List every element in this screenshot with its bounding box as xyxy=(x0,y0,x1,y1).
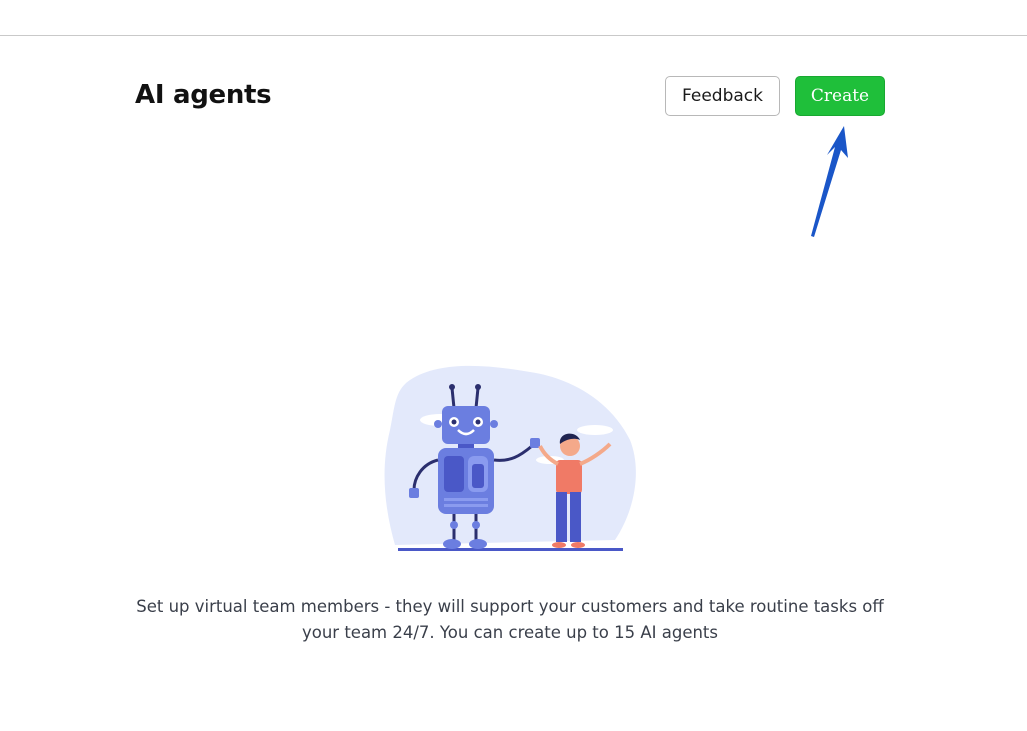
create-button[interactable]: Create xyxy=(795,76,885,116)
empty-state-message: Set up virtual team members - they will … xyxy=(136,597,884,642)
top-bar xyxy=(0,0,1027,36)
annotation-arrow-icon xyxy=(811,126,848,237)
robot-and-person-icon xyxy=(384,365,636,551)
feedback-button[interactable]: Feedback xyxy=(665,76,780,116)
page-title: AI agents xyxy=(135,80,272,110)
